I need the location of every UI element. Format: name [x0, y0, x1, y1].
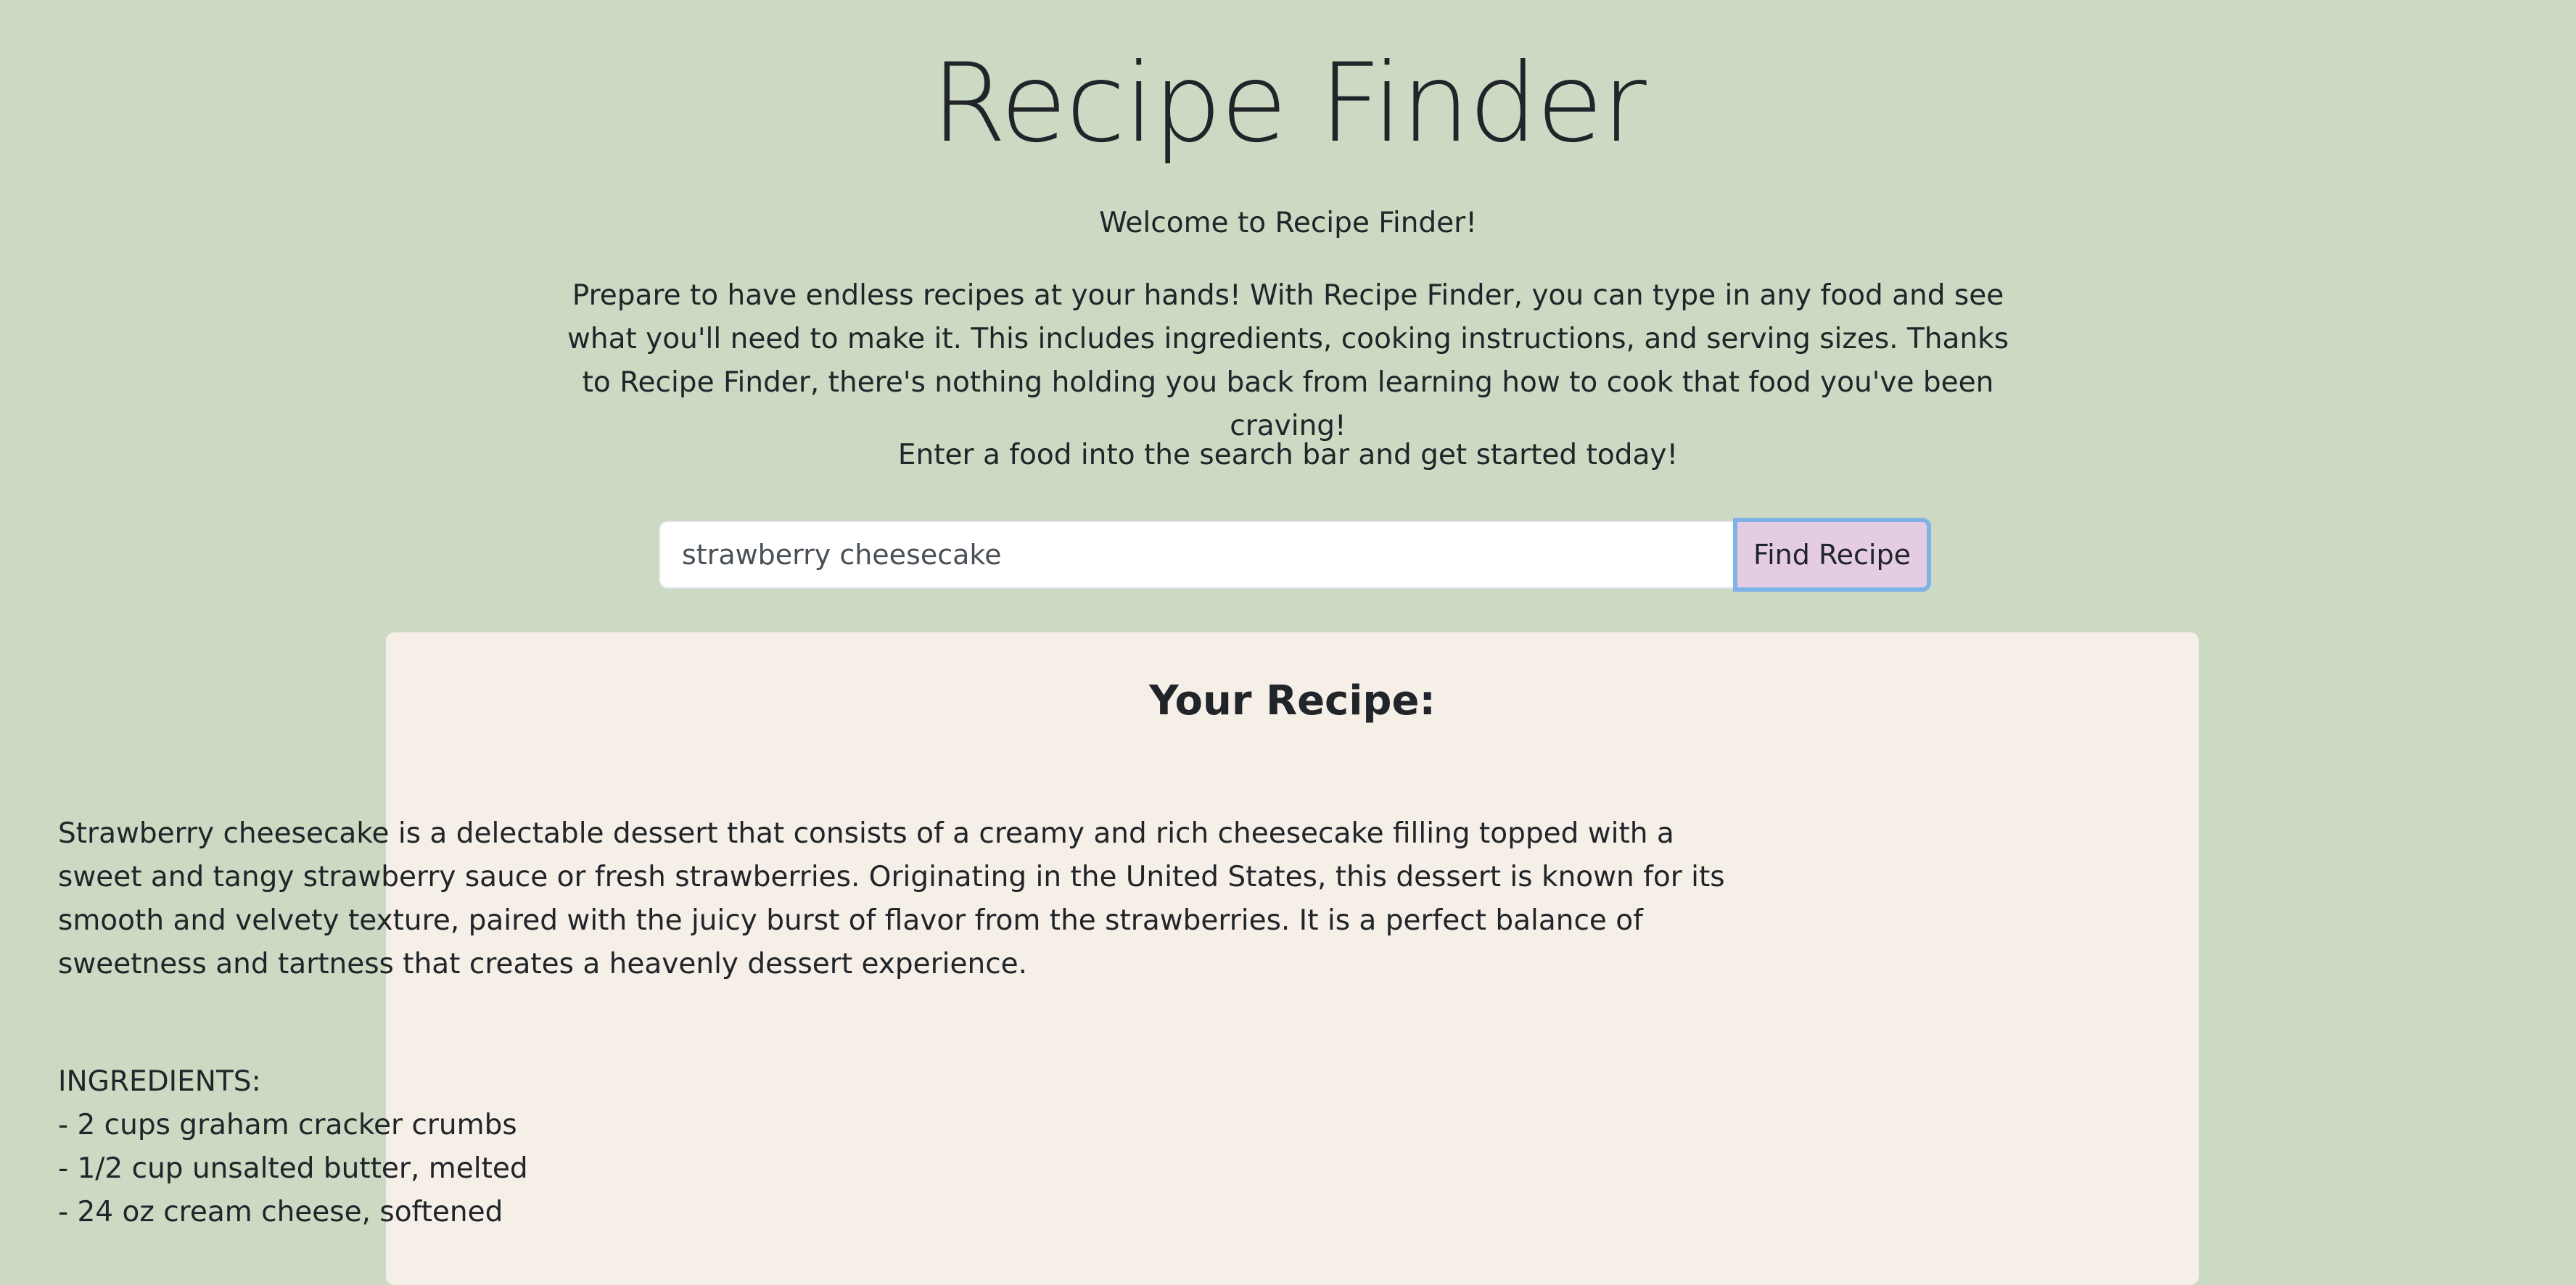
- search-form: Find Recipe: [659, 518, 1931, 592]
- call-to-action-text: Enter a food into the search bar and get…: [897, 439, 1679, 471]
- page-title: Recipe Finder: [931, 41, 1646, 167]
- search-input[interactable]: [659, 521, 1733, 589]
- ingredient-item: - 1/2 cup unsalted butter, melted: [58, 1152, 528, 1185]
- recipe-heading: Your Recipe:: [1149, 677, 1436, 724]
- ingredients-label: INGREDIENTS:: [58, 1065, 261, 1098]
- welcome-text: Welcome to Recipe Finder!: [1099, 207, 1477, 239]
- intro-description: Prepare to have endless recipes at your …: [567, 279, 2009, 442]
- ingredients-list: INGREDIENTS: - 2 cups graham cracker cru…: [58, 1060, 1756, 1234]
- recipe-description: Strawberry cheesecake is a delectable de…: [58, 817, 1725, 980]
- find-recipe-button[interactable]: Find Recipe: [1733, 518, 1931, 592]
- ingredient-item: - 2 cups graham cracker crumbs: [58, 1109, 517, 1141]
- ingredient-item: - 24 oz cream cheese, softened: [58, 1196, 503, 1228]
